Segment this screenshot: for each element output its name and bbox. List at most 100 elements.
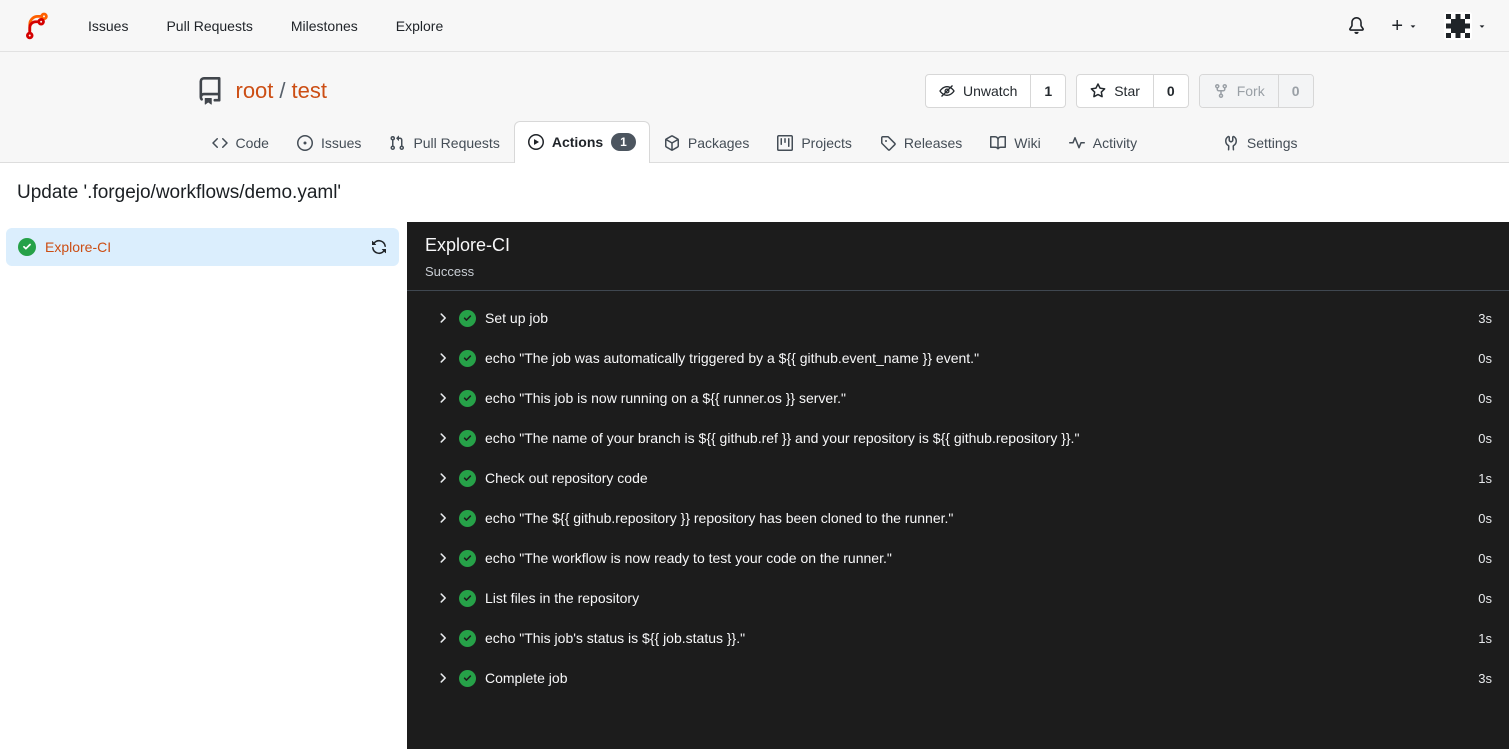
success-check-icon xyxy=(459,469,476,487)
chevron-down-icon xyxy=(1479,24,1485,28)
job-panel-header: Explore-CI Success xyxy=(407,222,1509,291)
success-check-icon xyxy=(459,389,476,407)
breadcrumb-separator: / xyxy=(279,78,286,103)
success-check-icon xyxy=(459,669,476,687)
job-item-explore-ci[interactable]: Explore-CI xyxy=(6,228,399,266)
tab-releases[interactable]: Releases xyxy=(866,123,976,163)
tab-pull-requests[interactable]: Pull Requests xyxy=(375,123,513,163)
step-duration: 1s xyxy=(1478,630,1492,646)
fork-label: Fork xyxy=(1236,83,1265,99)
success-check-icon xyxy=(18,238,36,256)
watch-count[interactable]: 1 xyxy=(1030,75,1065,107)
git-pull-request-icon xyxy=(390,135,405,151)
tab-issues[interactable]: Issues xyxy=(283,123,375,163)
repo-owner-link[interactable]: root xyxy=(236,78,274,103)
fork-button-group: Fork 0 xyxy=(1198,74,1314,108)
step-duration: 0s xyxy=(1478,350,1492,366)
step-duration: 0s xyxy=(1478,550,1492,566)
step-duration: 3s xyxy=(1478,310,1492,326)
job-name: Explore-CI xyxy=(45,239,112,255)
step-row[interactable]: List files in the repository 0s xyxy=(407,578,1509,618)
create-new-dropdown[interactable]: + xyxy=(1391,16,1418,36)
success-check-icon xyxy=(459,429,476,447)
step-row[interactable]: Set up job 3s xyxy=(407,298,1509,338)
step-row[interactable]: echo "This job's status is ${{ job.statu… xyxy=(407,618,1509,658)
top-navbar: Issues Pull Requests Milestones Explore … xyxy=(0,0,1509,52)
watch-button-group: Unwatch 1 xyxy=(924,74,1067,108)
step-duration: 0s xyxy=(1478,430,1492,446)
chevron-right-icon[interactable] xyxy=(436,671,450,685)
step-name: echo "The ${{ github.repository }} repos… xyxy=(485,510,954,526)
unwatch-button[interactable]: Unwatch xyxy=(926,75,1030,107)
step-row[interactable]: echo "The ${{ github.repository }} repos… xyxy=(407,498,1509,538)
chevron-right-icon[interactable] xyxy=(436,551,450,565)
chevron-right-icon[interactable] xyxy=(436,591,450,605)
repo-action-buttons: Unwatch 1 Star 0 Fork 0 xyxy=(924,74,1314,108)
tab-label: Settings xyxy=(1246,135,1298,151)
success-check-icon xyxy=(459,309,476,327)
tab-label: Packages xyxy=(687,135,750,151)
play-circle-icon xyxy=(527,133,544,150)
star-count[interactable]: 0 xyxy=(1152,75,1188,107)
tab-label: Wiki xyxy=(1014,135,1041,151)
success-check-icon xyxy=(459,509,476,527)
chevron-right-icon[interactable] xyxy=(436,391,450,405)
chevron-right-icon[interactable] xyxy=(436,511,450,525)
repo-tab-bar: Code Issues Pull Requests Actions 1 Pack… xyxy=(196,120,1314,163)
tag-icon xyxy=(880,136,896,151)
project-board-icon xyxy=(777,135,794,151)
tab-packages[interactable]: Packages xyxy=(650,123,763,163)
step-row[interactable]: echo "The name of your branch is ${{ git… xyxy=(407,418,1509,458)
eye-slash-icon xyxy=(939,85,955,97)
chevron-right-icon[interactable] xyxy=(436,471,450,485)
step-list: Set up job 3s echo "The job was automati… xyxy=(407,291,1509,705)
chevron-right-icon[interactable] xyxy=(436,311,450,325)
tab-projects[interactable]: Projects xyxy=(763,123,866,163)
tab-label: Pull Requests xyxy=(413,135,500,151)
chevron-right-icon[interactable] xyxy=(436,351,450,365)
chevron-right-icon[interactable] xyxy=(436,431,450,445)
primary-nav: Issues Pull Requests Milestones Explore xyxy=(88,18,443,34)
tab-label: Releases xyxy=(903,135,963,151)
job-log-panel: Explore-CI Success Set up job 3s echo "T… xyxy=(407,222,1509,749)
step-row[interactable]: echo "This job is now running on a ${{ r… xyxy=(407,378,1509,418)
nav-item-explore[interactable]: Explore xyxy=(396,18,443,34)
step-duration: 0s xyxy=(1478,390,1492,406)
step-row[interactable]: Complete job 3s xyxy=(407,658,1509,698)
success-check-icon xyxy=(459,549,476,567)
book-icon xyxy=(990,135,1007,150)
tab-settings[interactable]: Settings xyxy=(1209,123,1312,163)
run-content: Explore-CI Explore-CI Success Set up job… xyxy=(0,222,1509,749)
tools-icon xyxy=(1224,135,1237,151)
step-duration: 0s xyxy=(1478,510,1492,526)
pulse-icon xyxy=(1068,137,1085,149)
tab-wiki[interactable]: Wiki xyxy=(976,123,1054,163)
tab-code[interactable]: Code xyxy=(198,123,283,163)
actions-count-badge: 1 xyxy=(611,132,636,151)
chevron-down-icon xyxy=(1410,24,1416,28)
nav-item-milestones[interactable]: Milestones xyxy=(291,18,358,34)
step-row[interactable]: echo "The workflow is now ready to test … xyxy=(407,538,1509,578)
tab-actions[interactable]: Actions 1 xyxy=(513,120,650,163)
chevron-right-icon[interactable] xyxy=(436,631,450,645)
star-icon xyxy=(1090,83,1106,98)
nav-item-pull-requests[interactable]: Pull Requests xyxy=(166,18,252,34)
notifications-bell-icon[interactable] xyxy=(1348,17,1365,34)
step-row[interactable]: echo "The job was automatically triggere… xyxy=(407,338,1509,378)
step-name: echo "This job is now running on a ${{ r… xyxy=(485,390,846,406)
jobs-sidebar: Explore-CI xyxy=(0,222,407,749)
step-name: List files in the repository xyxy=(485,590,640,606)
step-name: Complete job xyxy=(485,670,568,686)
nav-item-issues[interactable]: Issues xyxy=(88,18,128,34)
job-panel-title: Explore-CI xyxy=(425,235,511,255)
rerun-sync-icon[interactable] xyxy=(371,239,387,255)
tab-label: Code xyxy=(235,135,269,151)
fork-count: 0 xyxy=(1277,75,1313,107)
tab-activity[interactable]: Activity xyxy=(1055,123,1151,163)
forgejo-logo-icon[interactable] xyxy=(22,11,52,41)
repo-name-link[interactable]: test xyxy=(292,78,327,103)
step-row[interactable]: Check out repository code 1s xyxy=(407,458,1509,498)
user-menu[interactable] xyxy=(1444,11,1487,40)
star-button[interactable]: Star xyxy=(1077,75,1153,107)
step-name: echo "The job was automatically triggere… xyxy=(485,350,980,366)
